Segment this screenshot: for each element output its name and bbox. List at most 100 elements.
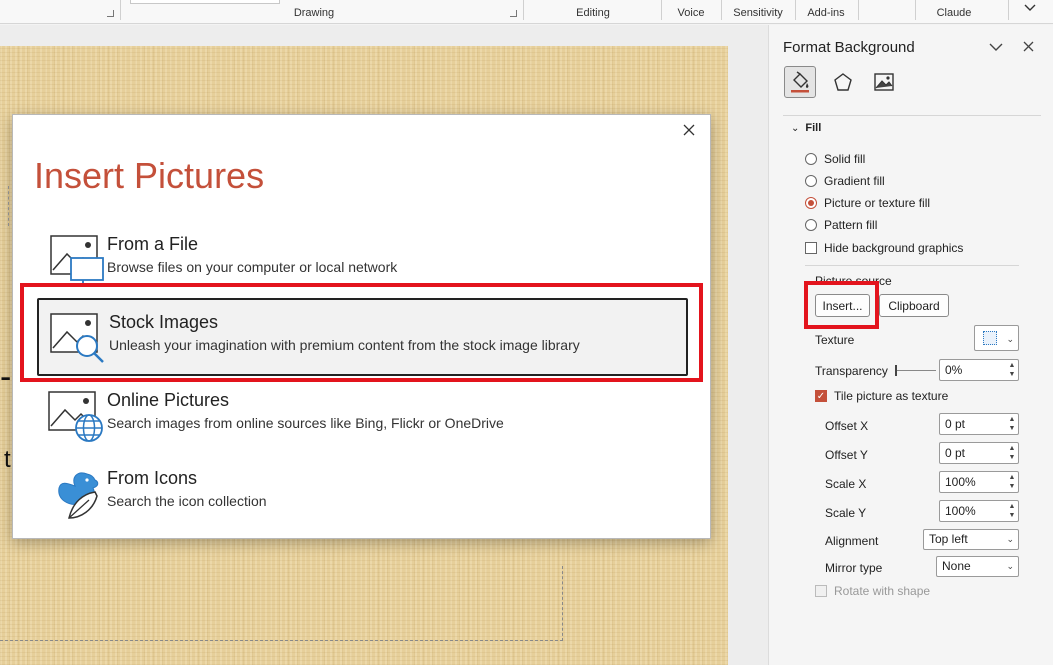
option-title: Online Pictures xyxy=(107,390,230,410)
transparency-label: Transparency xyxy=(815,364,888,378)
placeholder-border xyxy=(8,186,9,226)
ribbon-group-addins: Add-ins xyxy=(807,7,845,19)
spin-arrows-icon[interactable]: ▲ ▼ xyxy=(1008,361,1016,379)
mirror-type-dropdown[interactable]: None ⌄ xyxy=(936,556,1019,577)
option-desc: Unleash your imagination with premium co… xyxy=(109,337,580,353)
image-globe-icon xyxy=(47,388,105,444)
transparency-value: 0% xyxy=(945,363,963,377)
checkbox-indicator xyxy=(805,242,817,254)
checkbox-indicator: ✓ xyxy=(815,390,827,402)
fill-tab-icon[interactable] xyxy=(784,66,816,98)
chevron-down-icon[interactable] xyxy=(989,39,1003,55)
option-desc: Search images from online sources like B… xyxy=(107,415,504,431)
radio-label: Picture or texture fill xyxy=(824,196,931,210)
chevron-down-icon: ⌄ xyxy=(791,123,800,134)
ribbon-separator xyxy=(523,0,524,20)
transparency-input[interactable]: 0% ▲ ▼ xyxy=(939,359,1019,381)
radio-indicator xyxy=(805,153,817,165)
chevron-down-icon: ⌄ xyxy=(1006,534,1014,544)
scale-x-input[interactable]: 100% ▲ ▼ xyxy=(939,471,1019,493)
mirror-type-value: None xyxy=(942,559,971,573)
texture-label: Texture xyxy=(815,333,855,347)
scale-x-value: 100% xyxy=(945,475,976,489)
fill-section-header[interactable]: ⌄ Fill xyxy=(791,122,821,134)
rotate-with-shape-checkbox[interactable]: Rotate with shape xyxy=(815,583,930,599)
checkbox-label: Hide background graphics xyxy=(824,241,964,255)
pane-title: Format Background xyxy=(783,39,915,56)
dialog-title: Insert Pictures xyxy=(34,155,265,196)
close-icon[interactable] xyxy=(1023,39,1034,55)
font-combo-edge[interactable] xyxy=(130,0,280,4)
option-stock-images[interactable]: Stock Images Unleash your imagination wi… xyxy=(37,298,688,376)
ribbon-separator xyxy=(795,0,796,20)
spin-arrows-icon[interactable]: ▲ ▼ xyxy=(1008,502,1016,520)
ribbon-group-sensitivity: Sensitivity xyxy=(733,7,783,19)
ribbon-group-claude: Claude xyxy=(936,7,972,19)
offset-x-label: Offset X xyxy=(825,419,869,433)
radio-picture-fill[interactable]: Picture or texture fill xyxy=(805,195,930,211)
hide-background-checkbox[interactable]: Hide background graphics xyxy=(805,240,963,256)
slide-text-fragment: t xyxy=(4,446,11,473)
icons-collection-icon xyxy=(47,466,105,522)
close-icon[interactable] xyxy=(683,123,695,141)
clipboard-button[interactable]: Clipboard xyxy=(879,294,949,317)
option-from-icons[interactable]: From Icons Search the icon collection xyxy=(37,456,688,532)
offset-x-input[interactable]: 0 pt ▲ ▼ xyxy=(939,413,1019,435)
option-title: From Icons xyxy=(107,468,198,488)
pane-divider xyxy=(783,115,1041,116)
scale-x-label: Scale X xyxy=(825,477,867,491)
spin-arrows-icon[interactable]: ▲ ▼ xyxy=(1008,415,1016,433)
format-background-pane: Format Background ⌄ Fill Solid fill Gradi… xyxy=(768,25,1053,665)
option-online-pictures[interactable]: Online Pictures Search images from onlin… xyxy=(37,378,688,454)
texture-swatch-icon xyxy=(983,331,997,345)
offset-y-value: 0 pt xyxy=(945,446,966,460)
spin-arrows-icon[interactable]: ▲ ▼ xyxy=(1008,444,1016,462)
spin-arrows-icon[interactable]: ▲ ▼ xyxy=(1008,473,1016,491)
insert-pictures-dialog: Insert Pictures From a File Browse files… xyxy=(12,114,711,539)
alignment-label: Alignment xyxy=(825,534,879,548)
checkbox-label: Rotate with shape xyxy=(834,584,931,598)
chevron-down-icon: ⌄ xyxy=(1006,334,1014,344)
effects-tab-icon[interactable] xyxy=(827,66,859,98)
alignment-dropdown[interactable]: Top left ⌄ xyxy=(923,529,1019,550)
radio-label: Gradient fill xyxy=(824,174,885,188)
placeholder-border xyxy=(562,566,563,641)
radio-indicator xyxy=(805,219,817,231)
radio-label: Pattern fill xyxy=(824,218,878,232)
ribbon-group-editing: Editing xyxy=(576,7,610,19)
chevron-down-icon: ⌄ xyxy=(1006,561,1014,571)
scale-y-value: 100% xyxy=(945,504,976,518)
option-title: From a File xyxy=(107,234,199,254)
placeholder-border xyxy=(0,640,563,641)
radio-gradient-fill[interactable]: Gradient fill xyxy=(805,173,885,189)
ribbon-collapse-icon[interactable] xyxy=(1018,1,1042,19)
scale-y-input[interactable]: 100% ▲ ▼ xyxy=(939,500,1019,522)
ribbon-separator xyxy=(858,0,859,20)
radio-indicator xyxy=(805,197,817,209)
alignment-value: Top left xyxy=(929,532,968,546)
checkbox-indicator xyxy=(815,585,827,597)
radio-solid-fill[interactable]: Solid fill xyxy=(805,151,865,167)
texture-picker[interactable]: ⌄ xyxy=(974,325,1019,351)
radio-pattern-fill[interactable]: Pattern fill xyxy=(805,217,877,233)
ribbon-separator xyxy=(120,0,121,20)
scale-y-label: Scale Y xyxy=(825,506,867,520)
ribbon-separator xyxy=(661,0,662,20)
ribbon-group-drawing: Drawing xyxy=(293,7,335,19)
insert-button[interactable]: Insert... xyxy=(815,294,870,317)
pane-divider xyxy=(805,265,1019,266)
transparency-slider[interactable] xyxy=(895,365,936,376)
checkbox-label: Tile picture as texture xyxy=(834,389,949,403)
picture-tab-icon[interactable] xyxy=(868,66,900,98)
offset-y-input[interactable]: 0 pt ▲ ▼ xyxy=(939,442,1019,464)
image-file-icon xyxy=(47,232,105,288)
tile-picture-checkbox[interactable]: ✓ Tile picture as texture xyxy=(815,388,948,404)
dialog-launcher-icon[interactable] xyxy=(107,10,114,17)
offset-x-value: 0 pt xyxy=(945,417,966,431)
drawing-launcher-icon[interactable] xyxy=(510,10,517,17)
offset-y-label: Offset Y xyxy=(825,448,868,462)
fill-section-label: Fill xyxy=(805,122,822,134)
image-search-icon xyxy=(49,310,107,366)
option-title: Stock Images xyxy=(109,312,219,332)
ribbon-separator xyxy=(915,0,916,20)
